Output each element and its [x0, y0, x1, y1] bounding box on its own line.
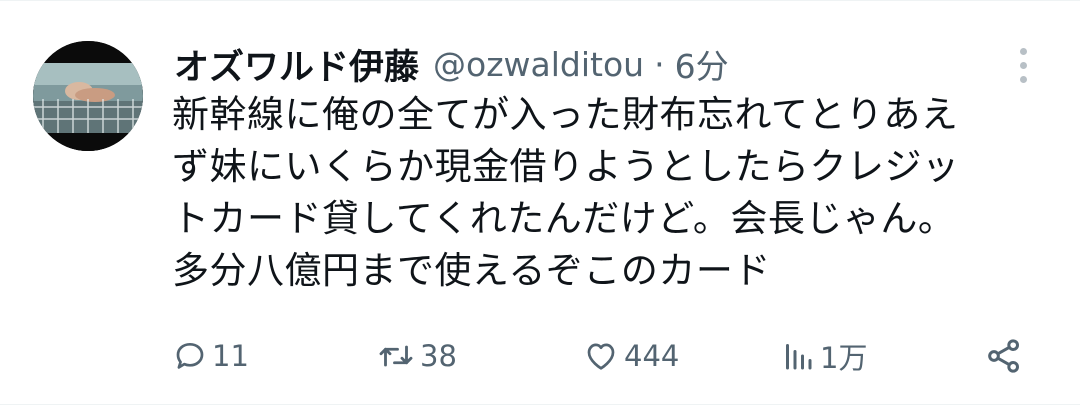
tweet-text-line: トカード貸してくれたんだけど。会長じゃん。	[172, 197, 956, 240]
share-icon	[988, 339, 1019, 373]
heart-icon	[587, 343, 615, 370]
tweet-text-line: ず妹にいくらか現金借りようとしたらクレジッ	[172, 145, 960, 188]
tweet-header: オズワルド伊藤 @ozwalditou · 6分	[174, 39, 729, 90]
tweet-card[interactable]: オズワルド伊藤 @ozwalditou · 6分 新幹線に俺の全てが入った財布忘…	[0, 0, 1080, 405]
tweet-timestamp[interactable]: 6分	[675, 40, 729, 88]
like-count: 444	[624, 339, 680, 373]
views-count: 1万	[820, 341, 868, 375]
tweet-text-line: 新幹線に俺の全てが入った財布忘れてとりあえ	[172, 93, 959, 136]
author-display-name[interactable]: オズワルド伊藤	[174, 39, 419, 90]
views-button[interactable]: 1万	[780, 331, 867, 381]
separator-dot: ·	[654, 44, 665, 84]
tweet-actions-bar: 11 38 444 1万	[0, 331, 1080, 381]
views-bar-chart-icon	[786, 344, 812, 370]
tweet-text: 新幹線に俺の全てが入った財布忘れてとりあえ ず妹にいくらか現金借りようとしたらク…	[172, 89, 1042, 297]
like-button[interactable]: 444	[582, 331, 679, 381]
author-handle[interactable]: @ozwalditou	[433, 45, 644, 84]
more-vertical-icon[interactable]	[1010, 45, 1038, 85]
avatar-image	[33, 41, 143, 151]
share-button[interactable]	[984, 331, 1024, 381]
reply-button[interactable]: 11	[172, 331, 249, 381]
tweet-text-line: 多分八億円まで使えるぞこのカード	[172, 249, 771, 292]
retweet-icon	[379, 345, 413, 367]
avatar[interactable]	[33, 41, 143, 151]
retweet-button[interactable]: 38	[376, 331, 457, 381]
retweet-count: 38	[420, 339, 457, 373]
reply-count: 11	[212, 339, 249, 373]
reply-bubble-icon	[176, 342, 204, 369]
